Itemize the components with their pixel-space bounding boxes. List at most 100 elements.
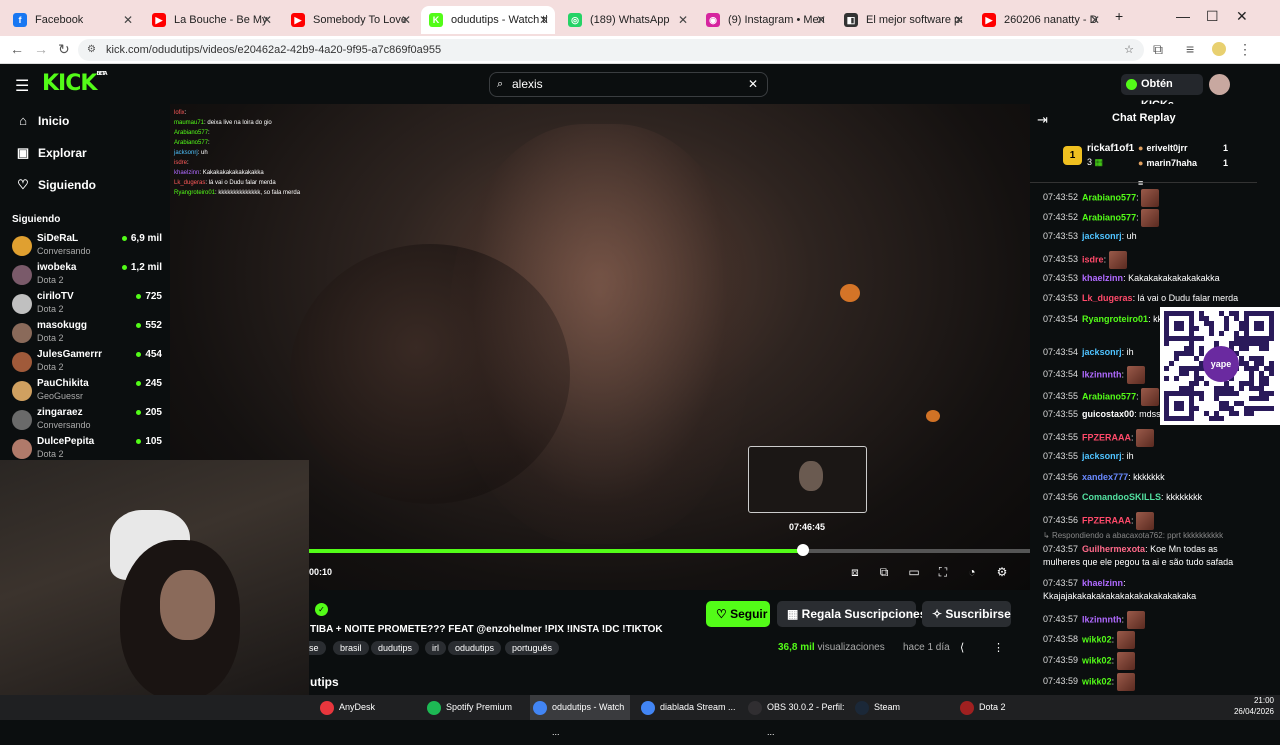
chat-username[interactable]: Arabiano577 [1082, 212, 1136, 222]
chat-username[interactable]: jacksonrj [1082, 231, 1122, 241]
subscribe-button[interactable]: ✧ Suscribirse [922, 601, 1011, 627]
new-tab-button[interactable]: + [1115, 8, 1123, 24]
tab-close-icon[interactable]: ✕ [123, 13, 133, 27]
chat-message[interactable]: 07:43:55 jacksonrj: ih [1043, 450, 1253, 463]
chat-message[interactable]: 07:43:57 Guilhermexota: Koe Mn todas as m… [1043, 543, 1253, 569]
chat-username[interactable]: ComandooSKILLS [1082, 492, 1161, 502]
settings-gear-icon[interactable]: ⚙ [994, 565, 1010, 581]
chat-username[interactable]: jacksonrj [1082, 347, 1122, 357]
minimize-button[interactable]: — [1176, 8, 1190, 24]
taskbar-item[interactable]: AnyDesk [317, 695, 417, 720]
chat-message[interactable]: 07:43:59 wikk02: [1043, 673, 1253, 691]
browser-menu-icon[interactable]: ⋮ [1238, 41, 1252, 58]
tab-close-icon[interactable]: ✕ [1090, 13, 1100, 27]
theater-mode-icon[interactable]: ▭ [906, 565, 922, 581]
search-input[interactable]: ⌕ alexis ✕ [489, 72, 768, 97]
chat-message[interactable]: 07:43:56 FPZERAAA: [1043, 512, 1253, 530]
media-icon[interactable]: ≡ [1186, 41, 1194, 57]
taskbar-item[interactable]: Spotify Premium [424, 695, 524, 720]
browser-tab[interactable]: ▶ Somebody To Love - You✕ [283, 6, 417, 34]
nav-following[interactable]: ♡ Siguiendo [16, 177, 96, 193]
chat-username[interactable]: Arabiano577 [1082, 192, 1136, 202]
tab-close-icon[interactable]: ✕ [539, 13, 549, 27]
chat-message[interactable]: 07:43:52 Arabiano577: [1043, 209, 1253, 227]
browser-tab[interactable]: ◎ (189) WhatsApp ✕ [560, 6, 694, 34]
following-channel[interactable]: JulesGamerrr Dota 2 454 [12, 349, 162, 377]
chat-username[interactable]: khaelzinn [1082, 273, 1123, 283]
following-channel[interactable]: ciriloTV Dota 2 725 [12, 291, 162, 319]
chat-message[interactable]: 07:43:56 xandex777: kkkkkkk [1043, 471, 1253, 484]
chat-message[interactable]: 07:43:59 wikk02: [1043, 652, 1253, 670]
tag-pill[interactable]: dudutips [371, 641, 420, 655]
browser-tab[interactable]: f Facebook ✕ [5, 6, 139, 34]
tag-pill[interactable]: português [505, 641, 560, 655]
taskbar-item[interactable]: OBS 30.0.2 - Perfil: ... [745, 695, 845, 737]
nav-explore[interactable]: ▣ Explorar [16, 145, 87, 161]
chat-message[interactable]: 07:43:55 FPZERAAA: [1043, 429, 1253, 447]
tab-close-icon[interactable]: ✕ [816, 13, 826, 27]
miniplayer-icon[interactable]: ⧈ [847, 565, 863, 581]
share-icon[interactable]: ⟨ [960, 641, 964, 654]
tab-close-icon[interactable]: ✕ [262, 13, 272, 27]
chat-message[interactable]: 07:43:53 isdre: [1043, 251, 1253, 269]
gift-subs-button[interactable]: ▦ Regala Suscripciones [777, 601, 926, 627]
chat-username[interactable]: wikk02 [1082, 655, 1112, 665]
maximize-button[interactable]: ☐ [1206, 8, 1219, 25]
url-input[interactable]: ⚙ kick.com/odudutips/videos/e20462a2-42b… [78, 39, 1144, 61]
following-channel[interactable]: iwobeka Dota 2 1,2 mil [12, 262, 162, 290]
clip-icon[interactable]: ⧉ [876, 565, 892, 581]
chat-username[interactable]: lkzinnnth [1082, 614, 1122, 624]
reload-icon[interactable]: ↻ [58, 41, 70, 58]
chat-username[interactable]: Arabiano577 [1082, 391, 1136, 401]
collapse-chat-icon[interactable]: ⇥ [1037, 112, 1048, 128]
chat-username[interactable]: guicostax00 [1082, 409, 1134, 419]
chat-message[interactable]: 07:43:53 khaelzinn: Kakakakakakakakakka [1043, 272, 1253, 285]
chat-username[interactable]: Ryangroteiro01 [1082, 314, 1148, 324]
browser-tab[interactable]: ▶ La Bouche - Be My Lover✕ [144, 6, 278, 34]
tab-close-icon[interactable]: ✕ [678, 13, 688, 27]
chat-username[interactable]: khaelzinn [1082, 578, 1123, 588]
chat-username[interactable]: xandex777 [1082, 472, 1128, 482]
fullscreen-icon[interactable]: ⛶ [935, 565, 951, 581]
clear-search-icon[interactable]: ✕ [748, 73, 758, 96]
chat-username[interactable]: lkzinnnth [1082, 369, 1122, 379]
more-options-icon[interactable]: ⋮ [993, 641, 1004, 654]
chat-message[interactable]: 07:43:53 jacksonrj: uh [1043, 230, 1253, 243]
browser-tab[interactable]: ◧ El mejor software para p✕ [836, 6, 970, 34]
profile-avatar[interactable] [1212, 42, 1226, 56]
follow-button[interactable]: ♡ Seguir [706, 601, 770, 627]
gifter-entry[interactable]: ● marin7haha 1 [1138, 158, 1228, 168]
nav-home[interactable]: ⌂ Inicio [16, 113, 69, 128]
bookmark-star-icon[interactable]: ☆ [1124, 39, 1134, 61]
gifter-entry[interactable]: ● erivelt0jrr 1 [1138, 143, 1228, 153]
chat-message[interactable]: 07:43:58 wikk02: [1043, 631, 1253, 649]
following-channel[interactable]: SiDeRaL Conversando 6,9 mil [12, 233, 162, 261]
chat-username[interactable]: Guilhermexota [1082, 544, 1145, 554]
chat-message[interactable]: 07:43:56 ComandooSKILLS: kkkkkkkk [1043, 491, 1253, 504]
browser-tab[interactable]: Kodudutips - Watch th ✕ [421, 6, 555, 34]
following-channel[interactable]: zingaraez Conversando 205 [12, 407, 162, 435]
chat-username[interactable]: Lk_dugeras [1082, 293, 1133, 303]
user-avatar[interactable] [1209, 74, 1230, 95]
top-gifter-name[interactable]: rickaf1of1 [1087, 143, 1134, 154]
taskbar-item[interactable]: odudutips - Watch ... [530, 695, 630, 737]
browser-tab[interactable]: ▶ 260206 nanatty - Day 1✕ [974, 6, 1106, 34]
site-info-icon[interactable]: ⚙ [87, 39, 96, 61]
browser-tab[interactable]: ◉ (9) Instagram • Mensajes✕ [698, 6, 832, 34]
chat-username[interactable]: wikk02 [1082, 634, 1112, 644]
following-channel[interactable]: PauChikita GeoGuessr 245 [12, 378, 162, 406]
chat-message[interactable]: 07:43:52 Arabiano577: [1043, 189, 1253, 207]
playback-speed-icon[interactable]: ◔ [964, 565, 980, 581]
following-channel[interactable]: masokugg Dota 2 552 [12, 320, 162, 348]
get-kicks-button[interactable]: Obtén KICKs [1121, 74, 1203, 111]
chat-message[interactable]: 07:43:57 lkzinnnth: [1043, 611, 1253, 629]
close-window-button[interactable]: ✕ [1236, 8, 1248, 25]
tab-close-icon[interactable]: ✕ [401, 13, 411, 27]
chat-username[interactable]: FPZERAAA [1082, 515, 1131, 525]
extensions-icon[interactable]: ⧉ [1153, 41, 1163, 58]
seek-bar[interactable] [309, 544, 1030, 556]
taskbar-item[interactable]: diablada Stream ... [638, 695, 738, 720]
kick-logo[interactable]: KICKBETA [42, 71, 108, 96]
taskbar-item[interactable]: Dota 2 [957, 695, 1057, 720]
chat-username[interactable]: FPZERAAA [1082, 432, 1131, 442]
